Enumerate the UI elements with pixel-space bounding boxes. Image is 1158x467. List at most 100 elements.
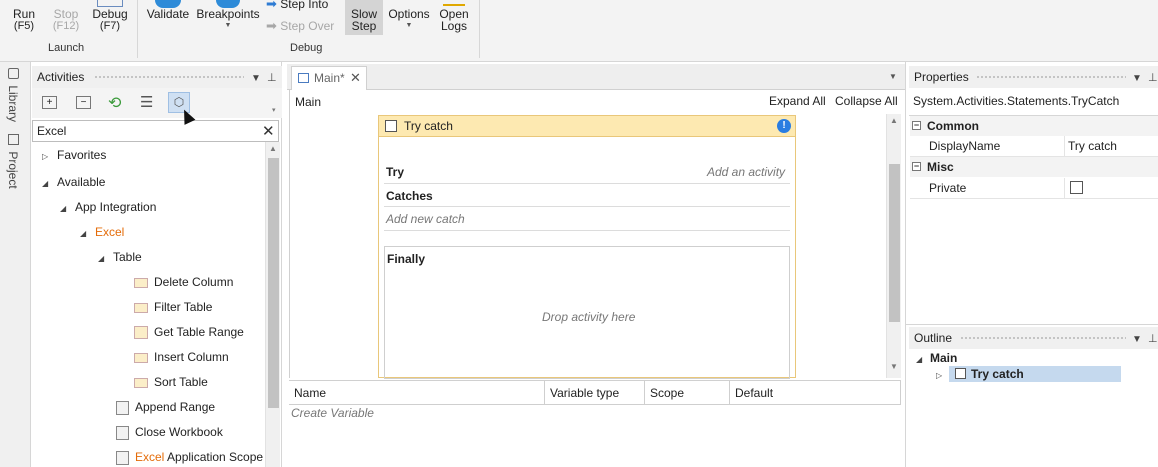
property-row-displayname: DisplayName Try catch — [910, 136, 1158, 157]
property-type-name: System.Activities.Statements.TryCatch — [913, 94, 1120, 108]
collapse-icon[interactable]: − — [912, 121, 921, 130]
close-icon[interactable]: ✕ — [350, 67, 361, 89]
scrollbar-thumb[interactable] — [268, 158, 279, 408]
create-variable-link[interactable]: Create Variable — [291, 406, 374, 420]
table-activity-icon — [134, 277, 148, 288]
chevron-down-icon[interactable]: ▼ — [251, 73, 261, 84]
trycatch-header[interactable]: Try catch ! — [379, 116, 795, 137]
trycatch-activity[interactable]: Try catch ! Try Add an activity Catches … — [378, 115, 796, 379]
finally-box[interactable]: Finally Drop activity here — [384, 246, 790, 379]
chevron-down-icon: ◢ — [916, 355, 923, 364]
tree-item-get-table-range[interactable]: Get Table Range — [134, 325, 244, 340]
activities-scrollbar[interactable]: ▲ — [265, 142, 280, 467]
open-logs-button[interactable]: Open Logs — [436, 0, 472, 32]
tree-item-excel[interactable]: ◢ Excel — [80, 225, 124, 239]
column-header-default[interactable]: Default — [730, 381, 901, 405]
collapse-icon[interactable]: − — [912, 162, 921, 171]
scroll-down-icon[interactable]: ▼ — [890, 362, 898, 371]
debug-button[interactable]: Debug (F7) — [90, 0, 130, 32]
tree-label: App Integration — [75, 200, 157, 214]
property-row-private: Private — [910, 178, 1158, 199]
scroll-up-icon[interactable]: ▲ — [890, 116, 898, 125]
tree-item-close-workbook[interactable]: Close Workbook — [116, 425, 223, 440]
designer-scrollbar[interactable]: ▲ ▼ — [886, 114, 901, 378]
search-input[interactable]: Excel — [37, 124, 66, 138]
panel-grip[interactable] — [960, 336, 1126, 341]
run-button[interactable]: Run (F5) — [8, 8, 40, 32]
tree-item-table[interactable]: ◢ Table — [98, 250, 142, 264]
application-scope-icon — [116, 450, 129, 465]
stop-label: Stop — [53, 7, 79, 21]
outline-panel: Outline ▼ ⊥ ◢ Main ▷ Try catch — [905, 324, 1158, 467]
activities-title: Activities — [37, 70, 85, 84]
options-button[interactable]: Options ▼ — [387, 8, 431, 32]
column-header-scope[interactable]: Scope — [645, 381, 730, 405]
chevron-down-icon[interactable]: ▼ — [1132, 334, 1142, 345]
chevron-down-icon[interactable]: ▼ — [1132, 73, 1142, 84]
open-logs-label-2: Logs — [440, 19, 468, 33]
warning-icon[interactable]: ! — [777, 119, 791, 133]
append-range-icon — [116, 400, 129, 415]
project-tab[interactable]: Project — [6, 134, 20, 189]
column-header-name[interactable]: Name — [289, 381, 545, 405]
activities-search[interactable]: Excel ✕ — [32, 120, 279, 142]
collapse-all-link[interactable]: Collapse All — [835, 94, 898, 108]
tree-label: Available — [57, 175, 106, 189]
step-over-button[interactable]: ➡ Step Over — [266, 19, 338, 32]
breakpoints-button[interactable]: Breakpoints ▼ — [196, 0, 260, 32]
slow-step-label-2: Step — [351, 19, 377, 33]
pin-icon[interactable]: ⊥ — [267, 71, 277, 84]
divider — [384, 183, 790, 184]
close-icon[interactable]: ✕ — [262, 122, 275, 140]
tree-label: Table — [113, 250, 142, 264]
outline-item-main[interactable]: ◢ Main — [916, 351, 957, 365]
panel-grip[interactable] — [94, 75, 244, 80]
chevron-down-icon[interactable]: ▼ — [889, 72, 897, 81]
expand-all-icon[interactable]: + — [42, 96, 57, 109]
private-checkbox[interactable] — [1070, 181, 1083, 194]
list-view-icon[interactable]: ☰ — [140, 93, 153, 111]
collapse-all-icon[interactable]: − — [76, 96, 91, 109]
tab-main[interactable]: Main* ✕ — [291, 66, 367, 90]
tree-item-filter-table[interactable]: Filter Table — [134, 300, 212, 314]
property-category-misc[interactable]: − Misc — [910, 157, 1158, 177]
panel-grip[interactable] — [976, 75, 1126, 80]
tree-item-append-range[interactable]: Append Range — [116, 400, 215, 415]
library-tab[interactable]: Library — [6, 68, 20, 122]
column-header-variable-type[interactable]: Variable type — [545, 381, 645, 405]
scrollbar-thumb[interactable] — [889, 164, 900, 322]
properties-title: Properties — [914, 70, 969, 84]
divider — [384, 230, 790, 231]
refresh-icon[interactable]: ⟲ — [108, 93, 121, 113]
chevron-down-icon: ◢ — [42, 179, 49, 188]
drop-activity-placeholder[interactable]: Drop activity here — [542, 310, 635, 324]
add-catch-placeholder[interactable]: Add new catch — [386, 212, 465, 226]
property-category-common[interactable]: − Common — [910, 116, 1158, 136]
catches-label: Catches — [386, 189, 433, 203]
step-into-button[interactable]: ➡ Step Into — [266, 0, 338, 10]
divider — [384, 206, 790, 207]
validate-button[interactable]: Validate — [144, 0, 192, 20]
pin-icon[interactable]: ⊥ — [1148, 332, 1158, 345]
tree-item-delete-column[interactable]: Delete Column — [134, 275, 233, 289]
tree-item-insert-column[interactable]: Insert Column — [134, 350, 229, 364]
launch-group-label: Launch — [48, 42, 85, 54]
pin-icon[interactable]: ⊥ — [1148, 71, 1158, 84]
outline-item-try-catch[interactable]: ▷ Try catch — [936, 366, 1121, 382]
tree-item-excel-application-scope[interactable]: Excel Application Scope — [116, 450, 263, 465]
expand-all-link[interactable]: Expand All — [769, 94, 826, 108]
tree-item-app-integration[interactable]: ◢ App Integration — [60, 200, 156, 214]
scroll-up-icon[interactable]: ▲ — [269, 144, 277, 153]
displayname-field[interactable]: Try catch — [1068, 136, 1117, 157]
breadcrumb[interactable]: Main — [295, 95, 321, 109]
tree-item-available[interactable]: ◢ Available — [42, 175, 105, 189]
chevron-right-icon: ▷ — [42, 152, 49, 161]
variables-panel: Name Variable type Scope Default Create … — [289, 380, 901, 467]
tree-item-favorites[interactable]: ▷ Favorites — [42, 148, 106, 162]
add-activity-placeholder[interactable]: Add an activity — [707, 165, 785, 179]
stop-button[interactable]: Stop (F12) — [48, 8, 84, 32]
slow-step-button[interactable]: Slow Step — [345, 0, 383, 35]
project-tab-label: Project — [6, 151, 20, 189]
tree-item-sort-table[interactable]: Sort Table — [134, 375, 208, 389]
trycatch-icon — [955, 368, 966, 379]
